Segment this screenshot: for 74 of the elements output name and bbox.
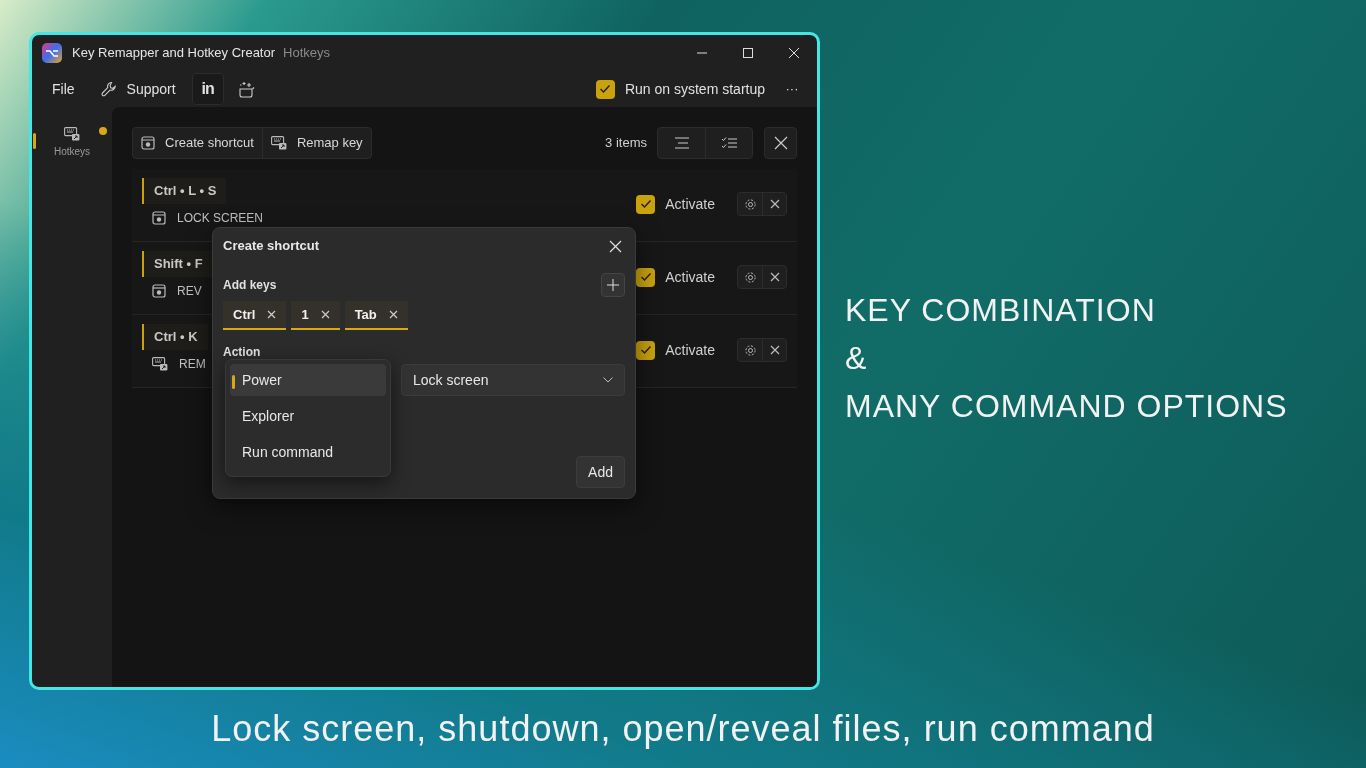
remove-key-button[interactable]	[320, 310, 330, 319]
window-title: Key Remapper and Hotkey Creator	[72, 44, 276, 63]
category-item[interactable]: Run command	[230, 436, 386, 468]
close-icon	[769, 345, 780, 355]
command-dropdown[interactable]: Lock screen	[401, 364, 625, 396]
close-icon	[320, 310, 330, 319]
selection-indicator	[33, 133, 36, 149]
close-icon	[608, 239, 622, 253]
close-icon	[388, 310, 398, 319]
maximize-icon	[743, 48, 753, 58]
headline-line: &	[845, 340, 869, 377]
startup-toggle[interactable]: Run on system startup	[595, 78, 771, 100]
add-button[interactable]: Add	[576, 456, 625, 488]
key-combination: Shift • F	[142, 251, 213, 277]
close-icon	[267, 310, 277, 319]
keyboard-icon	[64, 127, 80, 141]
section-label: Action	[223, 344, 262, 361]
list-icon	[673, 137, 690, 149]
key-combination: Ctrl • K	[142, 324, 208, 350]
gear-window-icon	[141, 136, 155, 150]
checklist-icon	[721, 137, 737, 149]
headline-line: MANY COMMAND OPTIONS	[845, 388, 1288, 425]
selection-indicator	[232, 375, 235, 389]
checkbox[interactable]	[636, 194, 656, 214]
file-menu[interactable]: File	[42, 74, 85, 104]
category-item[interactable]: Explorer	[230, 400, 386, 432]
gear-window-icon	[152, 284, 166, 298]
settings-icon	[743, 197, 757, 211]
keyboard-icon	[270, 136, 287, 150]
support-button[interactable]: Support	[90, 74, 186, 104]
key-chip: Tab	[344, 301, 408, 330]
remove-key-button[interactable]	[388, 310, 398, 319]
key-chip: 1	[291, 301, 340, 330]
gear-window-icon	[152, 211, 166, 225]
wrench-icon	[100, 81, 117, 97]
window-subtitle: Hotkeys	[283, 44, 330, 63]
close-icon	[789, 48, 799, 58]
linkedin-button[interactable]: in	[191, 73, 224, 105]
check-icon	[599, 84, 612, 94]
close-icon	[769, 199, 780, 209]
remove-key-button[interactable]	[267, 310, 277, 319]
checkbox[interactable]	[595, 79, 615, 99]
key-chip: Ctrl	[223, 301, 287, 330]
category-item[interactable]: Power	[230, 364, 386, 396]
action-name: REV	[177, 283, 202, 300]
section-label: Add keys	[223, 277, 277, 294]
activate-toggle[interactable]: Activate	[636, 266, 715, 288]
check-icon	[639, 199, 652, 209]
chevron-down-icon	[603, 377, 613, 383]
settings-icon	[743, 343, 757, 357]
checkbox[interactable]	[636, 340, 656, 360]
activate-toggle[interactable]: Activate	[636, 339, 715, 361]
close-icon	[773, 136, 788, 150]
more-button[interactable]: ···	[777, 74, 807, 104]
key-combination: Ctrl • L • S	[142, 178, 227, 204]
create-shortcut-button[interactable]: Create shortcut	[133, 128, 262, 158]
sparkle-box-icon	[236, 80, 255, 98]
plus-icon	[607, 279, 619, 291]
caption: Lock screen, shutdown, open/reveal files, run command	[210, 707, 1156, 751]
keyboard-icon	[152, 357, 168, 371]
checkbox[interactable]	[636, 267, 656, 287]
close-icon	[769, 272, 780, 282]
remap-key-button[interactable]: Remap key	[261, 128, 371, 158]
settings-icon	[743, 270, 757, 284]
item-count: 3 items	[605, 134, 647, 153]
add-key-button[interactable]	[601, 273, 625, 297]
clear-button[interactable]	[764, 127, 797, 159]
action-name: REM	[179, 356, 206, 373]
app-logo-icon	[42, 43, 62, 63]
headline-line: KEY COMBINATION	[845, 292, 1157, 329]
activate-toggle[interactable]: Activate	[636, 193, 715, 215]
check-icon	[639, 272, 652, 282]
action-name: LOCK SCREEN	[177, 210, 264, 227]
check-icon	[639, 345, 652, 355]
